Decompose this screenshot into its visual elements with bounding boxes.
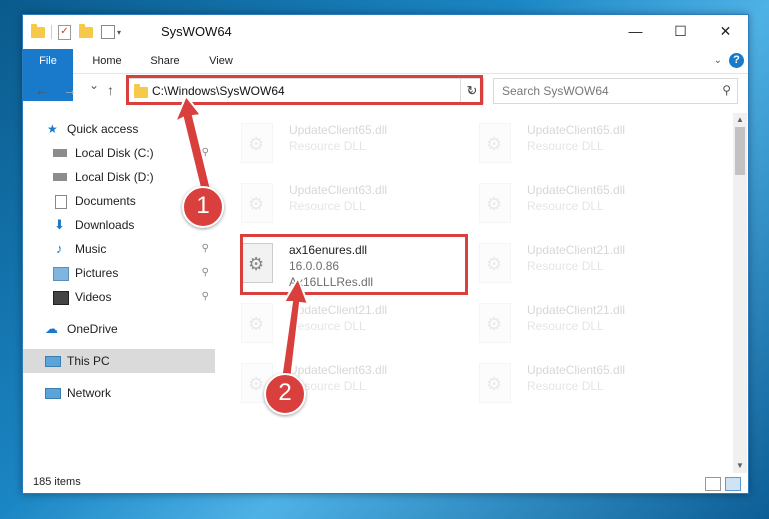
arrow-step2 [278, 275, 310, 390]
annotation-arrows [173, 94, 310, 390]
step-2-badge: 2 [264, 373, 306, 415]
step-1-badge: 1 [182, 186, 224, 228]
